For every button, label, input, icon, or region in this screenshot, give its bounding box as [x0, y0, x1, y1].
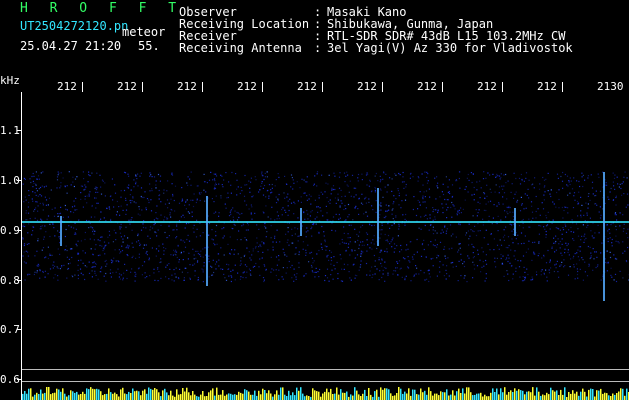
x-tick-label: 212	[57, 80, 77, 93]
y-tick-mark	[17, 130, 21, 131]
y-tick-label: 0.9	[0, 224, 20, 237]
hrofft-screen: H R O F F T UT2504272120.pn meteor 25.04…	[0, 0, 629, 400]
antenna-label: Receiving Antenna	[179, 41, 302, 55]
filename-suffix: meteor	[122, 25, 166, 39]
x-tick-mark	[442, 82, 443, 92]
x-tick-label: 2130	[597, 80, 624, 93]
x-tick-label: 212	[237, 80, 257, 93]
x-tick-label: 212	[177, 80, 197, 93]
spectrogram	[22, 171, 629, 301]
y-tick-label: 0.6	[0, 373, 20, 386]
x-tick-label: 212	[537, 80, 557, 93]
app-title: H R O F F T	[20, 1, 184, 16]
y-tick-label: 1.1	[0, 124, 20, 137]
x-tick-label: 212	[297, 80, 317, 93]
x-tick-mark	[562, 82, 563, 92]
x-tick-mark	[502, 82, 503, 92]
x-tick-mark	[262, 82, 263, 92]
y-tick-mark	[17, 230, 21, 231]
baseline-line	[22, 369, 629, 370]
y-tick-label: 0.7	[0, 323, 20, 336]
x-tick-label: 212	[117, 80, 137, 93]
x-tick-mark	[142, 82, 143, 92]
y-tick-mark	[17, 180, 21, 181]
datetime: 25.04.27 21:20	[20, 39, 122, 53]
y-tick-label: 1.0	[0, 174, 20, 187]
x-tick-mark	[202, 82, 203, 92]
y-tick-mark	[17, 280, 21, 281]
filename: UT2504272120.pn	[20, 19, 129, 33]
activity-strip	[22, 387, 629, 400]
x-tick-label: 212	[477, 80, 497, 93]
x-tick-mark	[82, 82, 83, 92]
x-tick-label: 212	[357, 80, 377, 93]
antenna-value: 3el Yagi(V) Az 330 for Vladivostok	[327, 41, 573, 55]
y-tick-mark	[17, 379, 21, 380]
minute-marker: 55.	[138, 39, 160, 53]
y-axis-unit: kHz	[0, 74, 20, 87]
y-tick-mark	[17, 329, 21, 330]
x-tick-mark	[382, 82, 383, 92]
y-tick-label: 0.8	[0, 274, 20, 287]
x-tick-mark	[322, 82, 323, 92]
antenna-sep: :	[314, 41, 322, 55]
x-tick-label: 212	[417, 80, 437, 93]
